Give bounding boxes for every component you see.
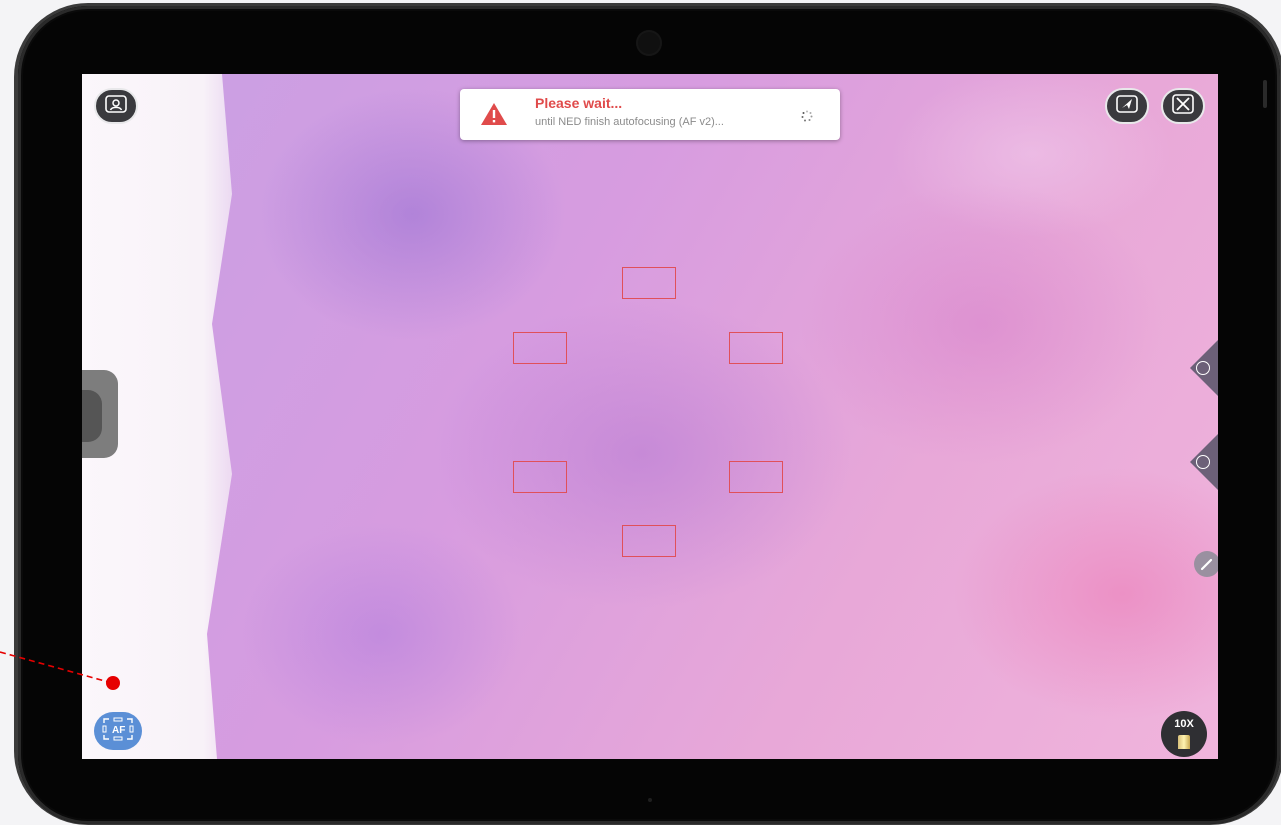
autofocus-label: AF xyxy=(112,725,126,736)
close-frame-icon xyxy=(1172,93,1194,119)
loading-spinner-icon xyxy=(801,109,813,127)
warning-icon xyxy=(480,101,508,132)
close-frame-button[interactable] xyxy=(1161,88,1205,124)
magnification-label: 10X xyxy=(1174,718,1194,730)
tablet-home-indicator xyxy=(648,798,652,802)
toast-message: until NED finish autofocusing (AF v2)... xyxy=(535,116,724,128)
af-region-upper-left xyxy=(513,332,567,364)
microscope-view[interactable]: Please wait... until NED finish autofocu… xyxy=(82,74,1218,759)
side-handle-grip xyxy=(82,390,102,442)
annotate-button[interactable] xyxy=(1194,551,1218,577)
objective-lens-icon xyxy=(1178,735,1190,749)
send-button[interactable] xyxy=(1105,88,1149,124)
af-region-lower-right xyxy=(729,461,783,493)
user-frame-icon xyxy=(105,94,127,118)
af-region-bottom xyxy=(622,525,676,557)
toast-title: Please wait... xyxy=(535,95,623,111)
user-frame-button[interactable] xyxy=(94,88,138,124)
front-camera xyxy=(636,30,662,56)
af-region-top xyxy=(622,267,676,299)
tablet-side-button xyxy=(1263,80,1267,108)
annotation-pointer-dot xyxy=(106,676,120,690)
send-icon xyxy=(1116,94,1138,118)
af-region-upper-right xyxy=(729,332,783,364)
info-icon xyxy=(1196,455,1210,469)
autofocus-wait-toast: Please wait... until NED finish autofocu… xyxy=(460,89,840,140)
autofocus-button[interactable]: AF xyxy=(94,712,142,750)
magnification-button[interactable]: 10X xyxy=(1161,711,1207,757)
af-region-lower-left xyxy=(513,461,567,493)
pencil-icon xyxy=(1194,558,1218,581)
move-icon xyxy=(1196,361,1210,375)
